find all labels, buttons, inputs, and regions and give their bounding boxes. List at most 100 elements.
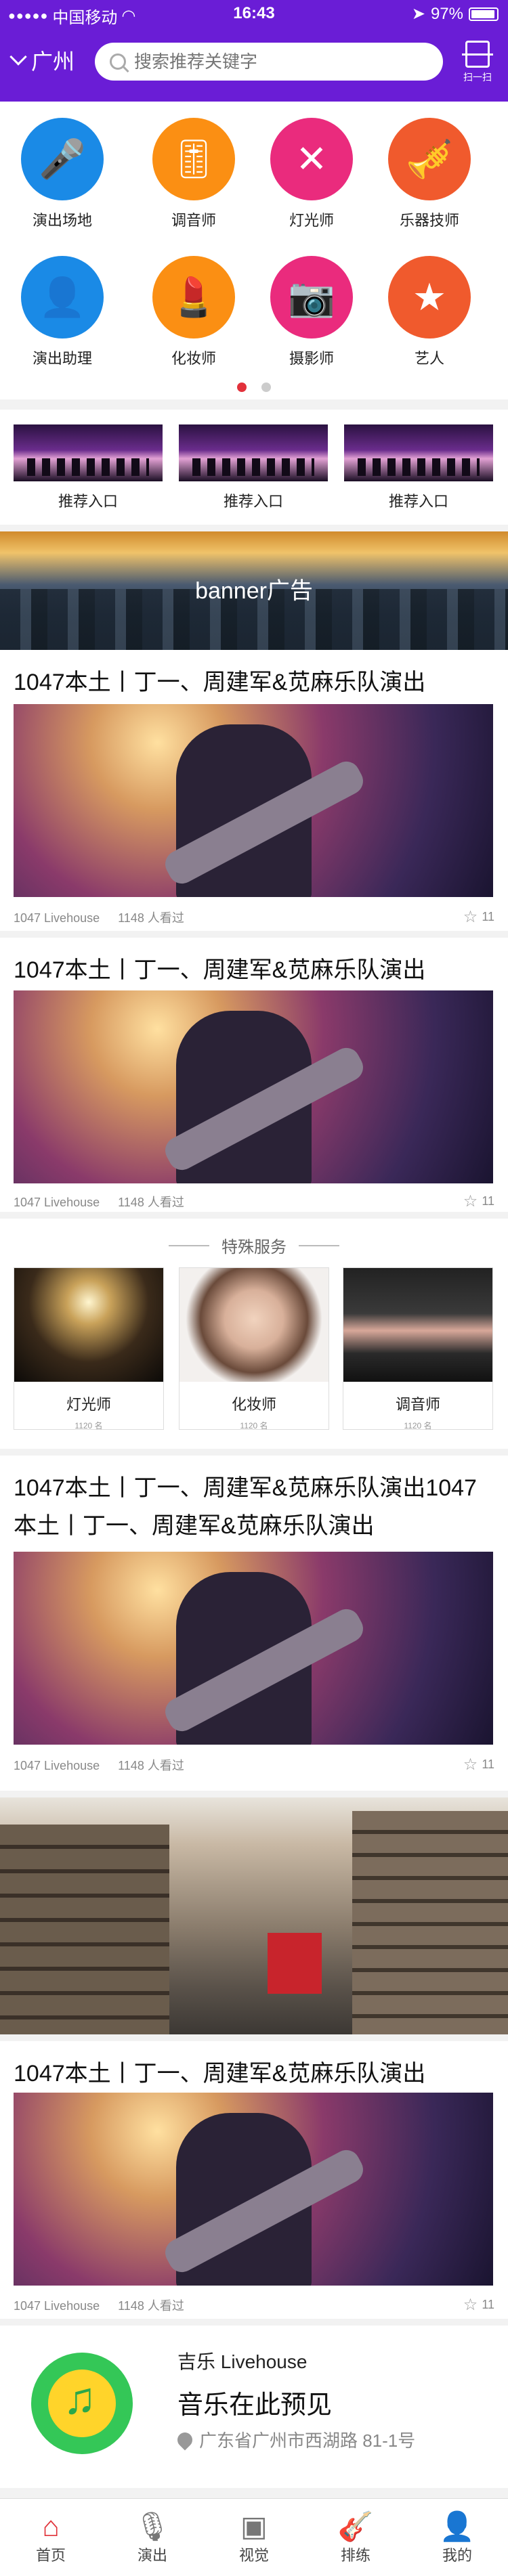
tab-rehearsal[interactable]: 🎸 排练 xyxy=(305,2499,406,2576)
event-meta: 1047 Livehouse 1148 人看过 ☆ 11 xyxy=(14,1192,494,1211)
event-title: 1047本土丨丁一、周建军&苋麻乐队演出 xyxy=(14,670,426,695)
event-meta-left: 1047 Livehouse 1148 人看过 xyxy=(14,1193,199,1210)
search-input[interactable] xyxy=(134,51,419,72)
category-lighting[interactable]: ✕ 灯光师 xyxy=(251,118,373,230)
search-icon xyxy=(110,53,126,70)
livehouse-slogan: 音乐在此预见 xyxy=(177,2391,333,2420)
guitarist-photo xyxy=(14,704,493,897)
divider xyxy=(169,1244,209,1246)
favorite-button[interactable]: ☆ 11 xyxy=(463,1755,494,1774)
concert-crowd-image xyxy=(14,424,163,481)
banner-ad[interactable]: banner广告 xyxy=(0,531,508,650)
service-card-makeup[interactable]: 化妆师 1120 名 xyxy=(179,1267,329,1431)
concert-crowd-image xyxy=(179,424,328,481)
category-artist[interactable]: ★ 艺人 xyxy=(368,256,490,368)
music-app-logo-icon xyxy=(31,2353,133,2454)
livehouse-card[interactable]: 吉乐 Livehouse 音乐在此预见 广东省广州市西湖路 81-1号 xyxy=(0,2326,508,2488)
category-label: 乐器技师 xyxy=(399,212,459,229)
recommend-label: 推荐入口 xyxy=(223,493,283,510)
category-grid: 🎤 演出场地 🎚 调音师 ✕ 灯光师 🎺 乐器技师 👤 演出助理 💄 化妆师 📷… xyxy=(0,102,508,399)
service-count: 1120 名 xyxy=(240,1421,268,1431)
divider xyxy=(299,1244,339,1246)
service-count: 1120 名 xyxy=(404,1421,432,1431)
tab-home[interactable]: ⌂ 首页 xyxy=(0,2499,102,2576)
service-card-sound[interactable]: 调音师 1120 名 xyxy=(343,1267,493,1431)
service-name: 化妆师 xyxy=(231,1396,276,1413)
category-assistant[interactable]: 👤 演出助理 xyxy=(1,256,123,368)
event-title: 1047本土丨丁一、周建军&苋麻乐队演出1047本土丨丁一、周建军&苋麻乐队演出 xyxy=(14,1475,477,1539)
page-dot-active[interactable] xyxy=(237,383,247,392)
event-meta-left: 1047 Livehouse 1148 人看过 xyxy=(14,2296,199,2314)
favorite-button[interactable]: ☆ 11 xyxy=(463,2295,494,2315)
guitarist-photo xyxy=(14,1552,493,1745)
event-meta: 1047 Livehouse 1148 人看过 ☆ 11 xyxy=(14,907,494,927)
event-card[interactable]: 1047本土丨丁一、周建军&苋麻乐队演出 1047 Livehouse 1148… xyxy=(0,938,508,1212)
service-name: 调音师 xyxy=(395,1396,440,1413)
recommend-entry[interactable]: 推荐入口 xyxy=(179,424,328,511)
red-bus-shape xyxy=(268,1933,322,1994)
page-dot[interactable] xyxy=(261,383,271,392)
service-name: 灯光师 xyxy=(66,1396,111,1413)
favorite-count: 11 xyxy=(482,1194,494,1208)
battery-icon xyxy=(469,7,499,21)
nav-row: 广州 扫一扫 xyxy=(0,38,508,85)
city-label: 广州 xyxy=(31,49,75,74)
special-heading: 特殊服务 xyxy=(0,1234,508,1257)
assistant-person-icon: 👤 xyxy=(21,256,104,339)
battery-percent: 97% xyxy=(430,4,463,23)
event-venue: 1047 Livehouse xyxy=(14,1195,100,1209)
makeup-model-photo xyxy=(179,1268,329,1382)
concert-crowd-image xyxy=(344,424,493,481)
tab-visual[interactable]: ▣ 视觉 xyxy=(203,2499,305,2576)
event-card[interactable]: 1047本土丨丁一、周建军&苋麻乐队演出 1047 Livehouse 1148… xyxy=(0,2041,508,2319)
dj-mixer-photo xyxy=(343,1268,492,1382)
tab-label: 首页 xyxy=(35,2547,66,2564)
category-instrument-tech[interactable]: 🎺 乐器技师 xyxy=(368,118,490,230)
category-label: 化妆师 xyxy=(171,350,216,367)
recommend-label: 推荐入口 xyxy=(388,493,448,510)
address-text: 广东省广州市西湖路 81-1号 xyxy=(199,2430,416,2451)
image-icon: ▣ xyxy=(240,2510,268,2542)
event-card[interactable]: 1047本土丨丁一、周建军&苋麻乐队演出1047本土丨丁一、周建军&苋麻乐队演出… xyxy=(0,1456,508,1791)
recommend-entry[interactable]: 推荐入口 xyxy=(344,424,493,511)
favorite-button[interactable]: ☆ 11 xyxy=(463,1192,494,1211)
recommend-label: 推荐入口 xyxy=(58,493,118,510)
category-sound-engineer[interactable]: 🎚 调音师 xyxy=(133,118,255,230)
page-indicator xyxy=(0,383,508,392)
special-title: 特殊服务 xyxy=(221,1238,287,1257)
tab-label: 演出 xyxy=(137,2547,167,2564)
event-card[interactable]: 1047本土丨丁一、周建军&苋麻乐队演出 1047 Livehouse 1148… xyxy=(0,650,508,931)
spotlight-icon: ✕ xyxy=(270,118,353,200)
livehouse-address: 广东省广州市西湖路 81-1号 xyxy=(174,2427,416,2452)
favorite-button[interactable]: ☆ 11 xyxy=(463,907,494,927)
guitar-icon: 🎸 xyxy=(337,2510,374,2542)
microphone-stage-icon: 🎤 xyxy=(21,118,104,200)
event-title: 1047本土丨丁一、周建军&苋麻乐队演出 xyxy=(14,957,426,983)
event-venue: 1047 Livehouse xyxy=(14,2298,100,2313)
tab-shows[interactable]: 🎙 演出 xyxy=(102,2499,203,2576)
tab-label: 排练 xyxy=(340,2547,371,2564)
event-meta-left: 1047 Livehouse 1148 人看过 xyxy=(14,1756,199,1774)
service-card-lighting[interactable]: 灯光师 1120 名 xyxy=(14,1267,164,1431)
recommend-entry[interactable]: 推荐入口 xyxy=(14,424,163,511)
street-photo-banner[interactable] xyxy=(0,1797,508,2034)
event-views: 1148 人看过 xyxy=(118,1195,184,1209)
event-meta: 1047 Livehouse 1148 人看过 ☆ 11 xyxy=(14,1755,494,1774)
category-venue[interactable]: 🎤 演出场地 xyxy=(1,118,123,230)
category-makeup[interactable]: 💄 化妆师 xyxy=(133,256,255,368)
search-bar[interactable] xyxy=(95,43,443,81)
scan-button[interactable]: 扫一扫 xyxy=(461,41,494,84)
scan-icon xyxy=(462,41,493,68)
tab-profile[interactable]: 👤 我的 xyxy=(406,2499,508,2576)
event-meta-left: 1047 Livehouse 1148 人看过 xyxy=(14,909,199,926)
category-label: 调音师 xyxy=(171,212,216,229)
category-label: 灯光师 xyxy=(289,212,334,229)
user-icon: 👤 xyxy=(439,2510,475,2542)
event-meta: 1047 Livehouse 1148 人看过 ☆ 11 xyxy=(14,2295,494,2315)
microphone-icon: 🎙 xyxy=(134,2510,171,2542)
location-pin-icon xyxy=(174,2428,196,2451)
category-label: 摄影师 xyxy=(289,350,334,367)
category-photographer[interactable]: 📷 摄影师 xyxy=(251,256,373,368)
city-selector[interactable]: 广州 xyxy=(9,45,75,76)
chevron-down-icon xyxy=(9,48,27,66)
